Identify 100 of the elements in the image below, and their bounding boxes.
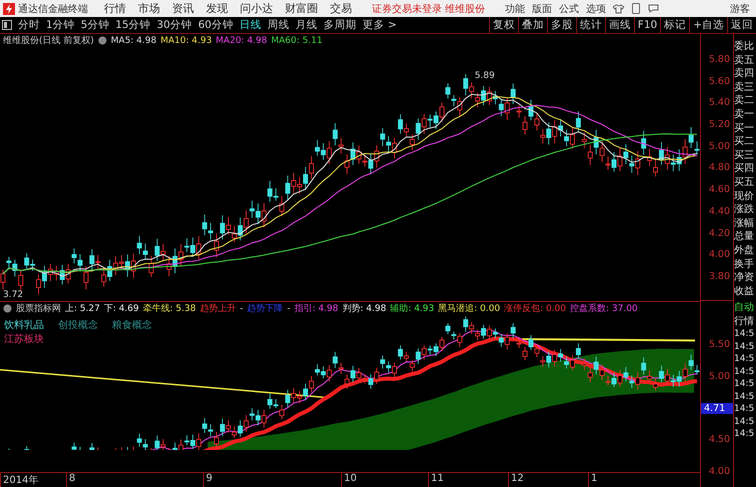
indicator-value: 趋势上升	[200, 302, 236, 315]
toolbar-button[interactable]: 返回	[727, 17, 756, 33]
app-name: 通达信金融终端	[18, 2, 88, 16]
menu-item[interactable]: 财富圈	[285, 1, 318, 16]
indicator-value: 下: 4.69	[104, 303, 139, 315]
phone-icon[interactable]	[632, 3, 640, 14]
ma-value: MA10: 4.93	[160, 36, 212, 46]
price-axis-label: 5.20	[708, 119, 731, 130]
price-axis-label: 5.50	[708, 339, 731, 350]
toolbar-button[interactable]: 复权	[488, 17, 518, 33]
toolbar-button[interactable]: 标记	[660, 17, 690, 33]
date-axis-label: 8	[66, 473, 203, 487]
menu-item[interactable]: 公式	[559, 2, 580, 16]
date-axis-label: 2014年	[0, 473, 66, 487]
panel-toggle-icon[interactable]	[2, 20, 12, 30]
period-tab[interactable]: 周线	[268, 18, 290, 32]
concept-tag[interactable]: 粮食概念	[112, 318, 152, 332]
price-axis-label: 4.40	[708, 206, 731, 217]
quote-label: 收益	[734, 284, 755, 298]
price-axis-label: 4.00	[708, 466, 731, 477]
trade-time: 14:5	[734, 378, 756, 391]
quote-label: 委比	[734, 40, 755, 54]
date-axis-label: 1	[588, 473, 700, 487]
trade-time: 14:5	[734, 390, 756, 404]
period-tab[interactable]: 30分钟	[156, 18, 192, 32]
quote-label: 卖四	[734, 67, 755, 81]
toolbar-button[interactable]: +自选	[689, 17, 727, 33]
date-axis-label: 12	[508, 473, 588, 487]
menu-item[interactable]: 行情	[104, 1, 126, 16]
trade-time: 14:5	[734, 416, 756, 428]
trade-time: 14:5	[734, 366, 756, 378]
period-tab[interactable]: 1分钟	[46, 18, 75, 32]
price-axis-label: 5.60	[708, 76, 731, 87]
auto-label[interactable]: 自动	[734, 301, 756, 315]
quote-label: 卖三	[734, 80, 755, 94]
price-axis-label: 3.80	[708, 270, 731, 282]
menu-item[interactable]: 问小达	[240, 1, 273, 16]
date-axis-label: 9	[203, 473, 341, 487]
indicator-value: 指引: 4.98	[294, 302, 338, 315]
market-label: 行情	[734, 314, 755, 328]
low-price-label: 3.72	[3, 290, 24, 299]
ma-value: MA20: 4.98	[216, 36, 268, 46]
quote-label: 现价	[734, 190, 755, 204]
separator-dash: -	[287, 304, 290, 314]
message-icon[interactable]	[648, 4, 660, 13]
user-label[interactable]: 游客	[730, 2, 750, 16]
quote-label: 涨跌	[734, 203, 755, 217]
menu-item[interactable]: 版面	[532, 2, 552, 16]
menu-item[interactable]: 功能	[505, 2, 526, 16]
indicator-value: 涨停反包: 0.00	[504, 302, 566, 315]
period-tab[interactable]: 15分钟	[115, 18, 151, 32]
shirt-icon[interactable]	[613, 4, 624, 14]
current-price-marker: 4.71	[701, 402, 733, 414]
period-tab[interactable]: 60分钟	[198, 18, 234, 32]
concept-tag[interactable]: 创投概念	[58, 318, 98, 332]
quote-label: 买五	[734, 176, 755, 190]
toolbar-button[interactable]: F10	[634, 17, 660, 33]
quote-label: 卖五	[734, 54, 755, 68]
quote-label: 卖二	[734, 94, 755, 108]
indicator-value: 牵牛线: 5.38	[142, 302, 196, 315]
peak-price-label: 5.89	[474, 71, 495, 82]
price-axis-label: 5.00	[708, 370, 731, 382]
trade-time: 14:5	[734, 340, 756, 354]
concept-tag[interactable]: 饮料乳品	[4, 318, 44, 332]
price-axis-label: 5.00	[708, 140, 731, 152]
period-tab[interactable]: 5分钟	[80, 18, 110, 32]
quote-label: 买二	[734, 135, 755, 149]
trade-time: 14:5	[734, 403, 756, 416]
ma-value: MA5: 4.98	[110, 36, 156, 46]
period-tab[interactable]: 多周期	[324, 18, 356, 32]
period-tab[interactable]: 月线	[296, 18, 318, 32]
date-axis-label: 11	[428, 473, 508, 487]
menu-item[interactable]: 交易	[330, 1, 352, 16]
menu-item[interactable]: 选项	[586, 2, 606, 16]
toolbar-button[interactable]: 多股	[546, 17, 576, 33]
period-tab[interactable]: 分时	[18, 18, 40, 32]
indicator-value: 控盘系数: 37.00	[570, 302, 638, 315]
region-tag[interactable]: 江苏板块	[4, 332, 152, 346]
menu-item[interactable]: 资讯	[172, 1, 194, 16]
menu-item[interactable]: 市场	[138, 1, 160, 16]
quote-label: 买三	[734, 148, 755, 162]
indicator-value: 趋势下降	[247, 302, 284, 315]
period-tab[interactable]: 日线	[240, 18, 262, 32]
login-notice[interactable]: 证券交易未登录 维维股份	[372, 2, 486, 16]
toolbar-button[interactable]: 统计	[576, 17, 605, 33]
indicator-name: 股票指标网	[16, 302, 61, 315]
menu-item[interactable]: 发现	[206, 1, 228, 16]
quote-label: 总量	[734, 230, 755, 244]
chart-title: 维维股份(日线 前复权)	[3, 34, 94, 47]
quote-label: 换手	[734, 258, 755, 272]
indicator-value: 判势: 4.98	[342, 302, 386, 315]
price-axis-label: 5.80	[708, 54, 731, 65]
toolbar-button[interactable]: 叠加	[518, 17, 547, 33]
price-axis-label: 5.40	[708, 97, 731, 108]
date-axis-label: 10	[341, 473, 428, 487]
ma-value: MA60: 5.11	[271, 36, 322, 46]
trade-time: 14:5	[734, 328, 756, 341]
toolbar-button[interactable]: 画线	[604, 17, 634, 33]
period-tab[interactable]: 更多 >	[362, 18, 397, 32]
price-axis-label: 4.50	[708, 434, 731, 446]
